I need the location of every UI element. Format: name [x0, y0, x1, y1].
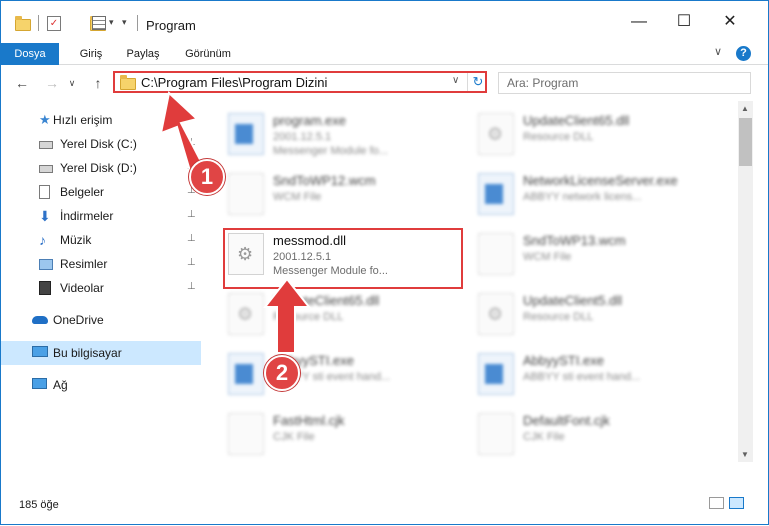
- step-1-badge: 1: [189, 159, 225, 195]
- step-2-badge: 2: [264, 355, 300, 391]
- explorer-window: ✓ ▾ ▾ Program — ☐ ✕ Dosya Giriş Paylaş G…: [0, 0, 769, 525]
- annotation-arrows: [159, 91, 312, 354]
- arrow-2-icon: [262, 277, 312, 354]
